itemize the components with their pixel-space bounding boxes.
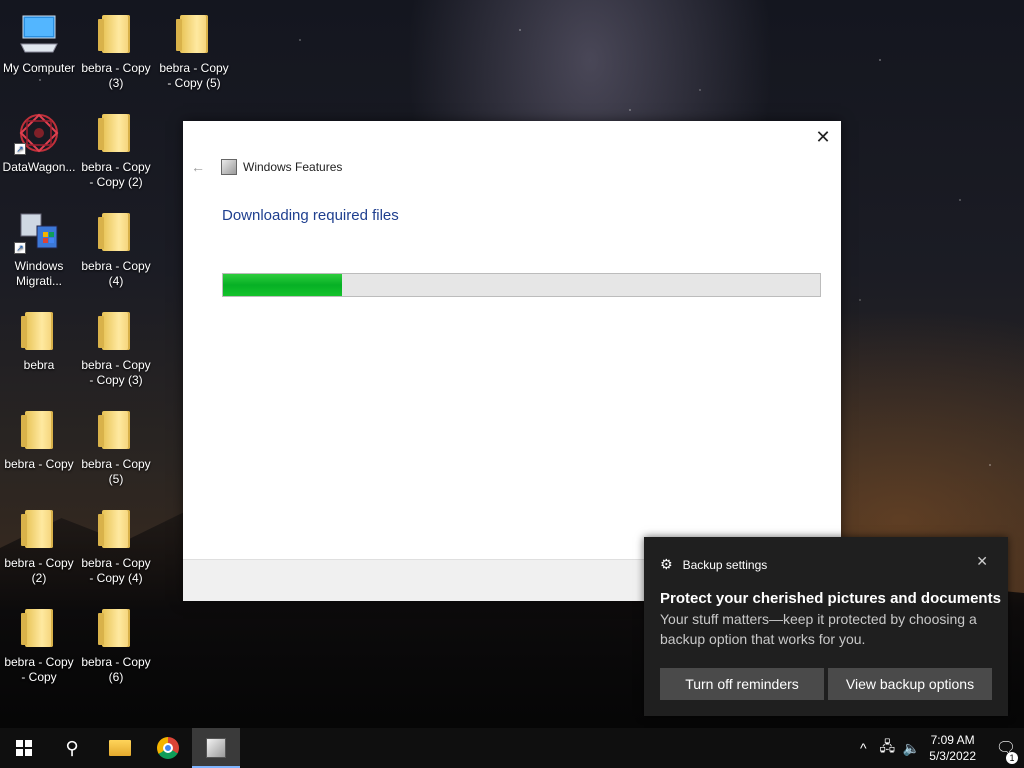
clock[interactable]: 7:09 AM 5/3/2022 — [929, 732, 976, 764]
desktop-icon-folder[interactable]: bebra - Copy - Copy (2) — [77, 103, 155, 197]
system-tray: ^ 🖧 🔈 7:09 AM 5/3/2022 🗨 1 — [851, 728, 1024, 768]
start-button[interactable] — [0, 728, 48, 768]
file-explorer-button[interactable] — [96, 728, 144, 768]
folder-icon — [92, 406, 140, 454]
dialog-heading: Downloading required files — [222, 207, 399, 224]
chrome-icon — [157, 737, 179, 759]
toast-body: Your stuff matters—keep it protected by … — [660, 611, 977, 647]
tray-chevron-icon[interactable]: ^ — [851, 740, 875, 756]
gear-icon: ⚙ — [660, 556, 673, 572]
desktop-icon-label: bebra - Copy - Copy (2) — [81, 160, 151, 189]
progress-fill — [223, 274, 343, 296]
desktop-icon-label: My Computer — [2, 61, 76, 75]
folder-icon — [170, 10, 218, 58]
folder-icon — [15, 604, 63, 652]
toast-title: Protect your cherished pictures and docu… — [660, 590, 1001, 607]
folder-icon — [92, 109, 140, 157]
turn-off-reminders-button[interactable]: Turn off reminders — [660, 668, 824, 700]
computer-icon — [15, 10, 63, 58]
folder-icon — [92, 307, 140, 355]
taskbar: ⚲ ^ 🖧 🔈 7:09 AM 5/3/2022 🗨 1 — [0, 728, 1024, 768]
view-backup-options-button[interactable]: View backup options — [828, 668, 992, 700]
desktop-icon-label: bebra - Copy - Copy (3) — [81, 358, 151, 387]
clock-date: 5/3/2022 — [929, 749, 976, 763]
file-explorer-icon — [109, 740, 131, 756]
windows-features-taskbar-button[interactable] — [192, 728, 240, 768]
desktop-icon-label: bebra - Copy (4) — [81, 259, 151, 288]
notification-count-badge: 1 — [1006, 752, 1018, 764]
desktop-icon-label: DataWagon... — [2, 160, 76, 174]
toast-header-label: Backup settings — [682, 557, 768, 572]
folder-icon — [15, 406, 63, 454]
chrome-button[interactable] — [144, 728, 192, 768]
desktop-icon-label: bebra - Copy (5) — [81, 457, 151, 486]
backup-toast: ⚙ Backup settings ✕ Protect your cherish… — [644, 537, 1008, 716]
dialog-titlebar: ← Windows Features — [191, 157, 342, 177]
desktop-icon-datawagon[interactable]: ↗ DataWagon... — [0, 103, 78, 197]
close-icon[interactable]: ✕ — [813, 127, 833, 147]
folder-icon — [92, 10, 140, 58]
volume-icon[interactable]: 🔈 — [899, 740, 923, 757]
folder-icon — [15, 505, 63, 553]
windows-features-icon — [206, 738, 226, 758]
desktop-icon-folder[interactable]: bebra - Copy (6) — [77, 598, 155, 692]
shortcut-arrow-icon: ↗ — [14, 143, 26, 155]
desktop-icon-folder[interactable]: bebra - Copy - Copy (4) — [77, 499, 155, 593]
windows-logo-icon — [16, 740, 32, 756]
desktop-icon-windows-migration[interactable]: ↗ Windows Migrati... — [0, 202, 78, 296]
search-button[interactable]: ⚲ — [48, 728, 96, 768]
desktop-icon-folder[interactable]: bebra - Copy - Copy (5) — [155, 4, 233, 98]
dialog-title: Windows Features — [243, 160, 343, 174]
desktop-icon-label: bebra - Copy - Copy (4) — [81, 556, 151, 585]
folder-icon — [92, 208, 140, 256]
desktop-icon-folder[interactable]: bebra - Copy (3) — [77, 4, 155, 98]
desktop-icon-folder[interactable]: bebra — [0, 301, 78, 395]
network-icon[interactable]: 🖧 — [875, 736, 899, 760]
desktop-icon-folder[interactable]: bebra - Copy (4) — [77, 202, 155, 296]
desktop-icon-label: bebra - Copy (2) — [4, 556, 74, 585]
download-progress-bar — [222, 273, 821, 297]
desktop-icon-label: bebra — [23, 358, 55, 372]
folder-icon — [92, 604, 140, 652]
desktop-icon-folder[interactable]: bebra - Copy (2) — [0, 499, 78, 593]
desktop-icon-folder[interactable]: bebra - Copy - Copy — [0, 598, 78, 692]
desktop-icon-label: bebra - Copy - Copy — [4, 655, 74, 684]
back-arrow-icon[interactable]: ← — [191, 159, 211, 175]
desktop-icon-my-computer[interactable]: My Computer — [0, 4, 78, 98]
clock-time: 7:09 AM — [930, 733, 975, 747]
close-icon[interactable]: ✕ — [976, 553, 988, 570]
folder-icon — [92, 505, 140, 553]
action-center-button[interactable]: 🗨 1 — [988, 738, 1024, 764]
desktop-icon-label: bebra - Copy (6) — [81, 655, 151, 684]
toast-header: ⚙ Backup settings — [660, 556, 767, 573]
desktop-icon-folder[interactable]: bebra - Copy - Copy (3) — [77, 301, 155, 395]
windows-features-dialog: ✕ ← Windows Features Downloading require… — [183, 121, 841, 601]
desktop-icon-label: bebra - Copy - Copy (5) — [159, 61, 229, 90]
search-icon: ⚲ — [65, 737, 79, 758]
desktop-icon-folder[interactable]: bebra - Copy — [0, 400, 78, 494]
desktop-icon-label: bebra - Copy — [4, 457, 74, 471]
desktop-icon-label: bebra - Copy (3) — [81, 61, 151, 90]
desktop-icon-label: Windows Migrati... — [14, 259, 64, 288]
shortcut-arrow-icon: ↗ — [14, 242, 26, 254]
folder-icon — [15, 307, 63, 355]
desktop-icon-folder[interactable]: bebra - Copy (5) — [77, 400, 155, 494]
windows-features-icon — [221, 159, 237, 175]
